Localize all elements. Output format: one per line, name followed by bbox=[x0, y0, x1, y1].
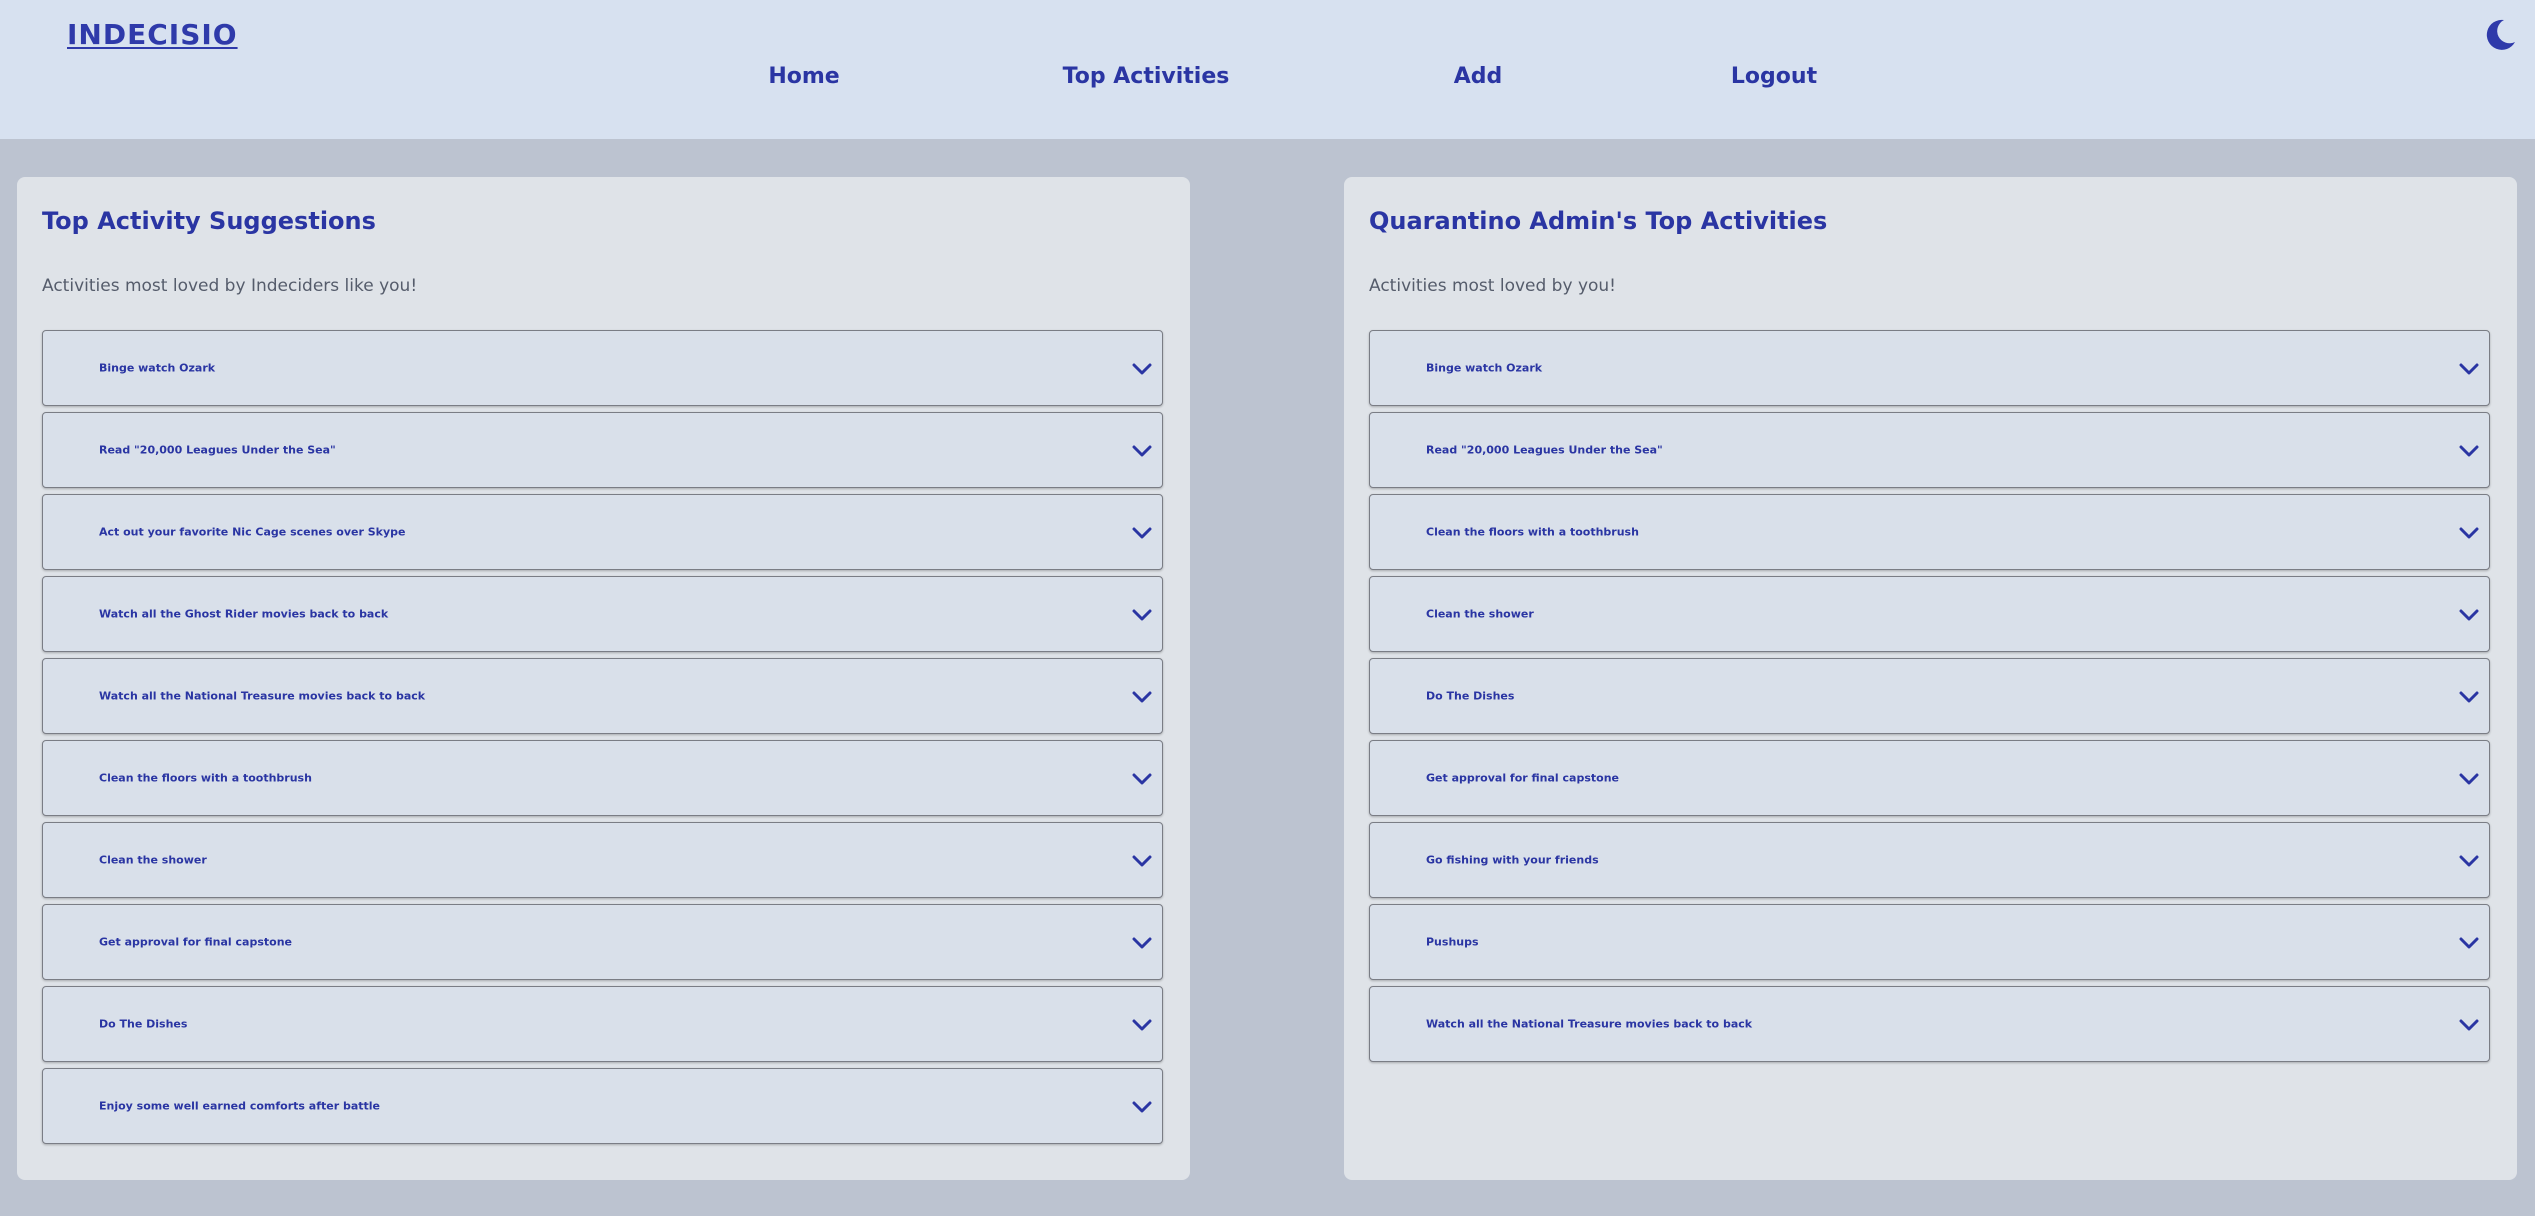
activity-label: Get approval for final capstone bbox=[99, 935, 292, 949]
suggestions-subtitle: Activities most loved by Indeciders like… bbox=[42, 276, 418, 296]
activity-accordion-item[interactable]: Read "20,000 Leagues Under the Sea" bbox=[1369, 412, 2490, 488]
chevron-down-icon[interactable] bbox=[1132, 443, 1152, 457]
chevron-down-icon[interactable] bbox=[1132, 1017, 1152, 1031]
activity-label: Binge watch Ozark bbox=[1426, 361, 1543, 375]
activity-accordion-item[interactable]: Get approval for final capstone bbox=[1369, 740, 2490, 816]
activity-label: Watch all the National Treasure movies b… bbox=[99, 689, 426, 703]
chevron-down-icon[interactable] bbox=[2459, 525, 2479, 539]
chevron-down-icon[interactable] bbox=[1132, 771, 1152, 785]
activity-accordion-item[interactable]: Clean the floors with a toothbrush bbox=[42, 740, 1163, 816]
activity-label: Watch all the National Treasure movies b… bbox=[1426, 1017, 1753, 1031]
activity-accordion-item[interactable]: Do The Dishes bbox=[1369, 658, 2490, 734]
chevron-down-icon[interactable] bbox=[2459, 771, 2479, 785]
user-activities-subtitle: Activities most loved by you! bbox=[1369, 276, 1616, 296]
activity-label: Clean the floors with a toothbrush bbox=[1426, 525, 1639, 539]
suggestions-list: Binge watch Ozark Read "20,000 Leagues Un… bbox=[42, 330, 1163, 1150]
activity-accordion-item[interactable]: Enjoy some well earned comforts after ba… bbox=[42, 1068, 1163, 1144]
chevron-down-icon[interactable] bbox=[2459, 607, 2479, 621]
activity-accordion-item[interactable]: Watch all the National Treasure movies b… bbox=[42, 658, 1163, 734]
activity-label: Go fishing with your friends bbox=[1426, 853, 1599, 867]
activity-label: Read "20,000 Leagues Under the Sea" bbox=[1426, 443, 1663, 457]
activity-accordion-item[interactable]: Get approval for final capstone bbox=[42, 904, 1163, 980]
activity-label: Do The Dishes bbox=[1426, 689, 1515, 703]
activity-label: Binge watch Ozark bbox=[99, 361, 216, 375]
activity-accordion-item[interactable]: Do The Dishes bbox=[42, 986, 1163, 1062]
activity-label: Act out your favorite Nic Cage scenes ov… bbox=[99, 525, 406, 539]
user-activities-title: Quarantino Admin's Top Activities bbox=[1369, 207, 1828, 235]
user-activities-panel: Quarantino Admin's Top Activities Activi… bbox=[1344, 177, 2517, 1180]
activity-label: Pushups bbox=[1426, 935, 1479, 949]
chevron-down-icon[interactable] bbox=[1132, 853, 1152, 867]
suggestions-panel: Top Activity Suggestions Activities most… bbox=[17, 177, 1190, 1180]
activity-accordion-item[interactable]: Clean the shower bbox=[42, 822, 1163, 898]
header: INDECISIO Home Top Activities Add Logout bbox=[0, 0, 2535, 139]
activity-accordion-item[interactable]: Watch all the Ghost Rider movies back to… bbox=[42, 576, 1163, 652]
activity-label: Watch all the Ghost Rider movies back to… bbox=[99, 607, 389, 621]
chevron-down-icon[interactable] bbox=[1132, 689, 1152, 703]
nav-logout[interactable]: Logout bbox=[1731, 64, 1817, 89]
activity-label: Do The Dishes bbox=[99, 1017, 188, 1031]
moon-icon[interactable] bbox=[2482, 17, 2518, 53]
activity-label: Get approval for final capstone bbox=[1426, 771, 1619, 785]
activity-label: Clean the floors with a toothbrush bbox=[99, 771, 312, 785]
chevron-down-icon[interactable] bbox=[2459, 853, 2479, 867]
activity-accordion-item[interactable]: Act out your favorite Nic Cage scenes ov… bbox=[42, 494, 1163, 570]
activity-label: Clean the shower bbox=[99, 853, 207, 867]
activity-accordion-item[interactable]: Go fishing with your friends bbox=[1369, 822, 2490, 898]
chevron-down-icon[interactable] bbox=[2459, 935, 2479, 949]
activity-accordion-item[interactable]: Read "20,000 Leagues Under the Sea" bbox=[42, 412, 1163, 488]
nav-top-activities[interactable]: Top Activities bbox=[1063, 64, 1230, 89]
logo[interactable]: INDECISIO bbox=[67, 18, 238, 51]
activity-accordion-item[interactable]: Binge watch Ozark bbox=[42, 330, 1163, 406]
activity-label: Enjoy some well earned comforts after ba… bbox=[99, 1099, 380, 1113]
activity-accordion-item[interactable]: Binge watch Ozark bbox=[1369, 330, 2490, 406]
activity-accordion-item[interactable]: Pushups bbox=[1369, 904, 2490, 980]
activity-accordion-item[interactable]: Clean the shower bbox=[1369, 576, 2490, 652]
chevron-down-icon[interactable] bbox=[1132, 607, 1152, 621]
chevron-down-icon[interactable] bbox=[1132, 935, 1152, 949]
nav-home[interactable]: Home bbox=[768, 64, 839, 89]
activity-label: Clean the shower bbox=[1426, 607, 1534, 621]
chevron-down-icon[interactable] bbox=[2459, 1017, 2479, 1031]
chevron-down-icon[interactable] bbox=[1132, 1099, 1152, 1113]
activity-accordion-item[interactable]: Clean the floors with a toothbrush bbox=[1369, 494, 2490, 570]
chevron-down-icon[interactable] bbox=[1132, 361, 1152, 375]
chevron-down-icon[interactable] bbox=[2459, 443, 2479, 457]
chevron-down-icon[interactable] bbox=[2459, 361, 2479, 375]
chevron-down-icon[interactable] bbox=[2459, 689, 2479, 703]
user-activities-list: Binge watch Ozark Read "20,000 Leagues Un… bbox=[1369, 330, 2490, 1068]
chevron-down-icon[interactable] bbox=[1132, 525, 1152, 539]
activity-accordion-item[interactable]: Watch all the National Treasure movies b… bbox=[1369, 986, 2490, 1062]
activity-label: Read "20,000 Leagues Under the Sea" bbox=[99, 443, 336, 457]
suggestions-title: Top Activity Suggestions bbox=[42, 207, 376, 235]
nav-add[interactable]: Add bbox=[1454, 64, 1503, 89]
